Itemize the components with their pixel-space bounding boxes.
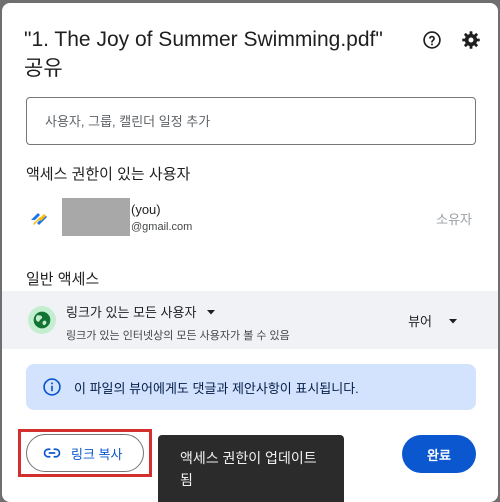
people-with-access-heading: 액세스 권한이 있는 사용자 <box>26 166 191 183</box>
share-dialog: "1. The Joy of Summer Swimming.pdf" 공유 사… <box>2 3 498 502</box>
role-dropdown[interactable]: 뷰어 <box>408 311 458 330</box>
toast-notification: 액세스 권한이 업데이트됨 <box>158 435 344 502</box>
person-email: @gmail.com <box>131 221 193 233</box>
globe-icon <box>28 306 56 334</box>
help-circle-icon <box>423 31 441 49</box>
dialog-title: "1. The Joy of Summer Swimming.pdf" 공유 <box>24 25 404 83</box>
general-access-heading: 일반 액세스 <box>26 271 100 288</box>
info-banner: 이 파일의 뷰어에게도 댓글과 제안사항이 표시됩니다. <box>26 364 476 410</box>
done-button[interactable]: 완료 <box>402 435 476 473</box>
caret-down-icon <box>207 309 216 314</box>
file-name-title: "1. The Joy of Summer Swimming.pdf" <box>24 28 383 51</box>
settings-button[interactable] <box>460 29 482 51</box>
general-access-dropdown[interactable]: 링크가 있는 모든 사용자 <box>66 302 216 321</box>
general-access-row: 링크가 있는 모든 사용자 링크가 있는 인터넷상의 모든 사용자가 볼 수 있… <box>2 291 498 349</box>
link-icon <box>43 448 61 458</box>
share-subtitle: 공유 <box>24 57 63 80</box>
gear-icon <box>462 31 480 49</box>
redacted-name <box>62 198 130 236</box>
person-row-owner: (you) @gmail.com 소유자 <box>2 195 498 243</box>
general-access-description: 링크가 있는 인터넷상의 모든 사용자가 볼 수 있음 <box>66 330 290 342</box>
person-role: 소유자 <box>436 212 472 227</box>
role-label: 뷰어 <box>408 314 432 329</box>
person-name: (you) <box>131 202 161 217</box>
add-people-input[interactable] <box>26 97 476 145</box>
help-button[interactable] <box>421 29 443 51</box>
caret-down-icon <box>449 318 457 323</box>
general-access-label: 링크가 있는 모든 사용자 <box>66 305 197 320</box>
info-banner-text: 이 파일의 뷰어에게도 댓글과 제안사항이 표시됩니다. <box>74 380 359 396</box>
info-icon <box>43 378 61 396</box>
copy-link-label: 링크 복사 <box>71 446 123 462</box>
avatar <box>31 213 47 225</box>
copy-link-button[interactable]: 링크 복사 <box>26 434 144 472</box>
